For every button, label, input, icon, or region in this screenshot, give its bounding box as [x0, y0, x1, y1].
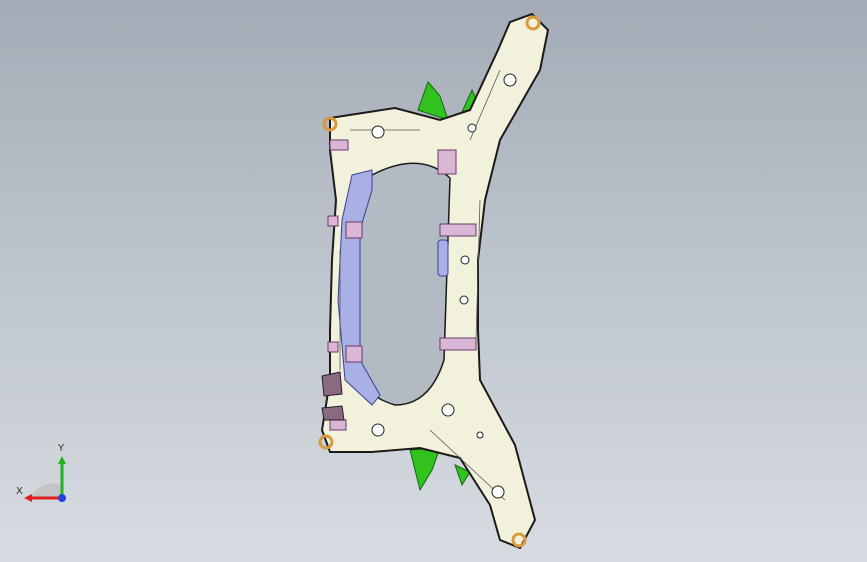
inner-tab: [437, 239, 449, 277]
green-bracket-bottom: [409, 447, 441, 492]
y-axis-label: Y: [58, 443, 65, 454]
subframe-model[interactable]: [0, 0, 867, 562]
coordinate-triad: X Y: [10, 440, 80, 510]
dark-bracket: [321, 371, 343, 397]
graphics-viewport[interactable]: X Y: [0, 0, 867, 562]
dark-bracket-2: [321, 405, 345, 421]
x-axis-label: X: [16, 486, 23, 497]
triad-axes: [24, 456, 66, 502]
